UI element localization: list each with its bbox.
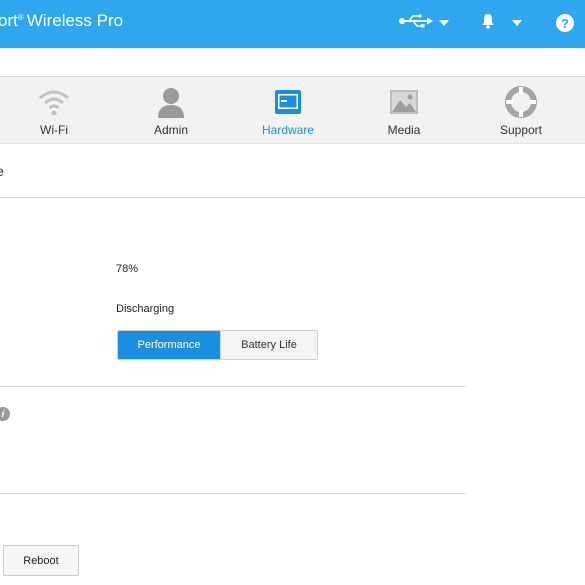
top-header: ort® Wireless Pro ? bbox=[0, 0, 585, 48]
group-divider bbox=[0, 386, 466, 387]
info-icon[interactable]: i bbox=[0, 407, 10, 421]
bell-icon bbox=[481, 13, 495, 34]
nav-label-admin: Admin bbox=[153, 123, 188, 137]
sub-bar bbox=[0, 48, 585, 77]
usb-icon bbox=[399, 13, 433, 33]
main-nav: Wi-Fi Admin Hardware Media Support bbox=[0, 77, 585, 144]
image-icon bbox=[387, 85, 421, 119]
battery-level-value: 78% bbox=[116, 263, 139, 275]
battery-life-mode-button[interactable]: Battery Life bbox=[220, 331, 317, 359]
help-button[interactable]: ? bbox=[556, 10, 574, 36]
group-divider bbox=[0, 493, 466, 494]
nav-item-wifi[interactable]: Wi-Fi bbox=[14, 85, 94, 141]
chevron-down-icon bbox=[439, 20, 449, 26]
nav-item-media[interactable]: Media bbox=[364, 85, 444, 141]
nav-label-media: Media bbox=[387, 123, 421, 137]
hardware-icon bbox=[271, 85, 305, 119]
section-divider bbox=[0, 197, 585, 198]
section-title: e bbox=[0, 163, 4, 179]
nav-item-support[interactable]: Support bbox=[481, 85, 561, 141]
registered-mark: ® bbox=[17, 13, 24, 22]
reboot-button[interactable]: Reboot bbox=[3, 545, 79, 576]
usb-menu[interactable] bbox=[399, 10, 449, 36]
nav-label-support: Support bbox=[499, 123, 543, 137]
nav-item-hardware[interactable]: Hardware bbox=[248, 85, 328, 141]
power-mode-toggle: Performance Battery Life bbox=[117, 330, 318, 360]
brand-product-name: Wireless Pro bbox=[26, 11, 124, 30]
nav-label-hardware: Hardware bbox=[261, 123, 315, 137]
nav-label-wifi: Wi-Fi bbox=[40, 123, 68, 137]
nav-item-admin[interactable]: Admin bbox=[131, 85, 211, 141]
chevron-down-icon bbox=[512, 20, 522, 26]
lifebuoy-icon bbox=[504, 85, 538, 119]
battery-status-value: Discharging bbox=[116, 303, 175, 315]
performance-mode-button[interactable]: Performance bbox=[118, 331, 220, 359]
user-icon bbox=[154, 85, 188, 119]
brand-title: ort® Wireless Pro bbox=[0, 11, 123, 31]
help-icon: ? bbox=[556, 14, 574, 32]
notifications-menu[interactable] bbox=[481, 10, 522, 36]
wifi-icon bbox=[37, 85, 71, 119]
brand-title-fragment: ort bbox=[0, 11, 18, 30]
